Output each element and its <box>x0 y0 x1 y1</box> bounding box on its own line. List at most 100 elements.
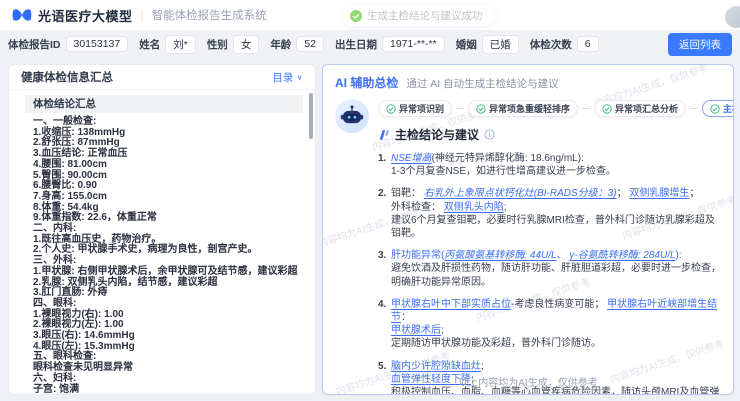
finding-link[interactable]: NSE增高 <box>391 153 432 164</box>
patient-field: 性别女 <box>207 35 260 54</box>
item-text: 、 <box>557 250 570 261</box>
pipeline-step-label: 异常项识别 <box>399 102 444 115</box>
right-panel-body: 异常项识别异常项急重缓轻排序异常项汇总分析主检结论与建议 主检结论与建议 1.N… <box>335 99 721 395</box>
brand-logo-icon <box>12 8 32 22</box>
pipeline-step-label: 异常项急重缓轻排序 <box>489 102 570 115</box>
conclusion-section-title: 体检结论汇总 <box>25 95 303 113</box>
item-text: ； <box>689 188 699 199</box>
patient-fields: 体检报告ID 30153137 姓名刘* 性别女年龄 52 出生日期 1971-**-** 婚… <box>8 35 599 54</box>
toast-text: 生成主检结论与建议成功 <box>367 8 483 23</box>
item-text: (神经元特异烯醇化酶: 18.6ng/mL): <box>432 153 584 164</box>
conclusion-line: 1.甲状腺: 右侧甲状腺术后，余甲状腺可及结节感，建议彩超 <box>25 267 303 278</box>
pipeline-step-label: 主检结论与建议 <box>723 102 734 115</box>
left-panel-title: 健康体检信息汇总 <box>21 69 113 85</box>
robot-icon <box>340 104 364 128</box>
finding-link[interactable]: 双侧乳腺增生 <box>629 188 689 199</box>
patient-field-value[interactable]: 6 <box>577 36 599 52</box>
chevron-down-icon: ∨ <box>296 73 303 82</box>
finding-link[interactable]: 甲状腺右叶中下部实质占位 <box>391 299 511 310</box>
item-line: 甲状腺右叶中下部实质占位-考虑良性病变可能； 甲状腺右叶近峡部增生结节： <box>391 298 721 324</box>
app-subtitle: 智能体检报告生成系统 <box>152 7 267 23</box>
step-connector <box>456 108 464 109</box>
item-number: 1. <box>378 152 386 165</box>
finding-link[interactable]: 双侧乳头内陷 <box>444 202 504 213</box>
item-text: ): <box>676 250 682 261</box>
item-number: 2. <box>378 187 386 200</box>
item-advice: 定期随访甲状腺功能及彩超，普外科门诊随访。 <box>391 337 721 350</box>
item-text: ： <box>401 312 411 323</box>
patient-field-label: 年龄 <box>270 37 291 52</box>
main-area: 健康体检信息汇总 目录 ∨ 体检结论汇总 一、一般检查:1.收缩压: 138mm… <box>0 58 740 401</box>
conclusion-item: 1. NSE增高(神经元特异烯醇化酶: 18.6ng/mL):1-3个月复查NSE… <box>378 152 721 178</box>
health-summary-panel: 健康体检信息汇总 目录 ∨ 体检结论汇总 一、一般检查:1.收缩压: 138mm… <box>8 64 316 395</box>
step-connector <box>582 108 590 109</box>
check-circle-icon <box>602 104 612 114</box>
patient-info-bar: 体检报告ID 30153137 姓名刘* 性别女年龄 52 出生日期 1971-**-** 婚… <box>0 30 740 58</box>
conclusion-item: 3. 肝功能异常(丙氨酸氨基转移酶: 44U/L、 γ-谷氨酰转移酶: 284U/… <box>378 249 721 289</box>
check-circle-icon <box>476 104 486 114</box>
patient-field-value[interactable]: 30153137 <box>66 36 129 52</box>
patient-field-value[interactable]: 女 <box>233 35 260 54</box>
finding-link[interactable]: γ-谷氨酰转移酶: 284U/L <box>569 250 675 261</box>
item-text: 钼靶： <box>391 188 424 199</box>
ai-robot-avatar <box>335 99 369 133</box>
user-avatar[interactable] <box>725 6 740 28</box>
check-circle-icon <box>710 104 720 114</box>
item-line: 钼靶： 右乳外上象限点状钙化灶(BI-RADS分级：3)； 双侧乳腺增生； <box>391 187 721 200</box>
pipeline-step: 主检结论与建议 <box>702 100 734 117</box>
item-text: 肝功能异常( <box>391 250 444 261</box>
left-panel-content: 体检结论汇总 一、一般检查:1.收缩压: 138mmHg2.舒张压: 87mmH… <box>9 90 315 395</box>
conclusion-heading: 主检结论与建议 <box>378 126 721 143</box>
ai-summary-panel: 内容均为AI生成，仅供参考 内容均为AI生成，仅供参考 内容均为AI生成，仅供参… <box>322 64 734 395</box>
item-text: ； <box>617 188 630 199</box>
ai-sparkle-icon <box>378 129 390 141</box>
left-panel-scrollbar[interactable] <box>309 93 313 139</box>
item-text: 外科检查： <box>391 202 444 213</box>
pipeline-step-label: 异常项汇总分析 <box>615 102 678 115</box>
patient-field-value[interactable]: 已婚 <box>482 35 519 54</box>
item-text: ; <box>441 325 444 336</box>
back-to-list-button[interactable]: 返回列表 <box>668 33 732 56</box>
ai-disclaimer-note: 以上内容均为AI生成，仅供参考 <box>323 374 733 389</box>
finding-link[interactable]: 脑内少许腔隙缺血灶 <box>391 361 481 372</box>
conclusion-item: 4. 甲状腺右叶中下部实质占位-考虑良性病变可能； 甲状腺右叶近峡部增生结节：甲状… <box>378 298 721 351</box>
success-toast: 生成主检结论与建议成功 <box>342 5 495 26</box>
patient-field-label: 出生日期 <box>335 37 377 52</box>
toc-toggle[interactable]: 目录 ∨ <box>272 70 303 85</box>
patient-field-label: 体检报告ID <box>8 37 61 52</box>
item-advice: 1-3个月复查NSE，如进行性增高建议进一步检查。 <box>391 165 721 178</box>
item-line: NSE增高(神经元特异烯醇化酶: 18.6ng/mL): <box>391 152 721 165</box>
finding-link[interactable]: 丙氨酸氨基转移酶: 44U/L <box>444 250 556 261</box>
patient-field: 年龄 52 <box>270 36 324 52</box>
item-number: 4. <box>378 298 386 311</box>
patient-field: 体检次数6 <box>530 36 599 52</box>
right-panel-title: AI 辅助总检 <box>335 74 398 91</box>
left-panel-header: 健康体检信息汇总 目录 ∨ <box>9 65 315 90</box>
finding-link[interactable]: 甲状腺术后 <box>391 325 441 336</box>
patient-field: 体检报告ID 30153137 <box>8 36 128 52</box>
patient-field-value[interactable]: 刘* <box>165 35 196 54</box>
pipeline-step: 异常项急重缓轻排序 <box>468 100 578 117</box>
patient-field-label: 婚姻 <box>456 37 477 52</box>
conclusion-item: 2.钼靶： 右乳外上象限点状钙化灶(BI-RADS分级：3)； 双侧乳腺增生；外… <box>378 187 721 240</box>
item-text: ; <box>504 202 507 213</box>
pipeline-step: 异常项汇总分析 <box>594 100 686 117</box>
patient-field-label: 性别 <box>207 37 228 52</box>
right-panel-header: AI 辅助总检 通过 AI 自动生成主检结论与建议 <box>335 74 721 91</box>
right-panel-subtitle: 通过 AI 自动生成主检结论与建议 <box>406 76 558 91</box>
item-line: 外科检查： 双侧乳头内陷; <box>391 201 721 214</box>
item-number: 3. <box>378 249 386 262</box>
patient-field-value[interactable]: 52 <box>296 36 324 52</box>
brand-title: 光语医疗大模型 <box>38 6 133 25</box>
finding-link[interactable]: 右乳外上象限点状钙化灶(BI-RADS分级：3) <box>424 188 617 199</box>
item-line: 肝功能异常(丙氨酸氨基转移酶: 44U/L、 γ-谷氨酰转移酶: 284U/L)… <box>391 249 721 262</box>
item-line: 脑内少许腔隙缺血灶; <box>391 360 721 373</box>
patient-field-label: 姓名 <box>139 37 160 52</box>
ai-result-column: 异常项识别异常项急重缓轻排序异常项汇总分析主检结论与建议 主检结论与建议 1.N… <box>378 99 721 395</box>
item-text: -考虑良性病变可能； <box>511 299 607 310</box>
pipeline-stepper: 异常项识别异常项急重缓轻排序异常项汇总分析主检结论与建议 <box>378 100 721 117</box>
item-text: ; <box>481 361 484 372</box>
info-icon[interactable] <box>484 129 495 140</box>
patient-field: 姓名刘* <box>139 35 196 54</box>
patient-field-value[interactable]: 1971-**-** <box>382 36 445 52</box>
